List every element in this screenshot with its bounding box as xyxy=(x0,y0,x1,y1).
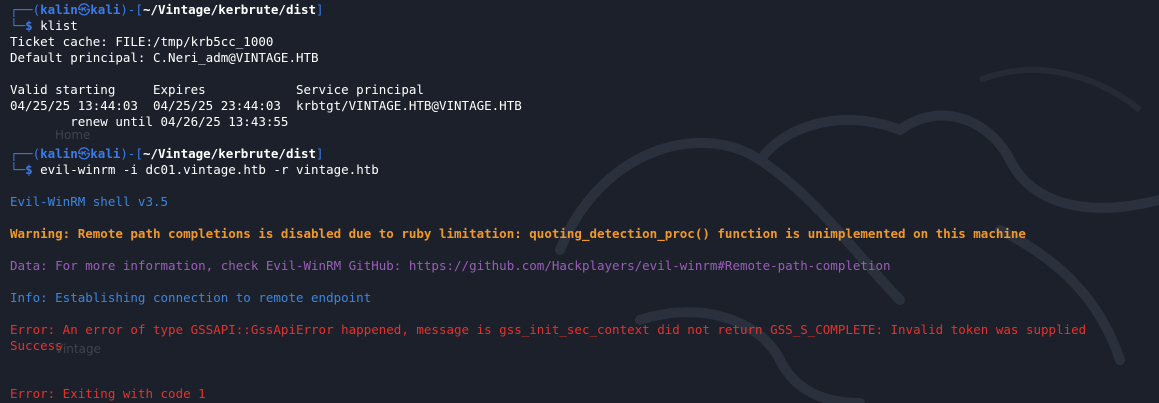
kali-skull-icon: ㉿ xyxy=(77,2,91,17)
info-message: Info: Establishing connection to remote … xyxy=(10,290,372,305)
prompt-host: kali xyxy=(90,146,121,161)
data-message: Data: For more information, check Evil-W… xyxy=(10,258,891,273)
klist-default-principal: Default principal: C.Neri_adm@VINTAGE.HT… xyxy=(10,50,319,65)
error-exit-code: Error: Exiting with code 1 xyxy=(10,386,206,401)
prompt-line: ┌──(kalin㉿kali)-[~/Vintage/kerbrute/dist… xyxy=(10,2,1159,18)
prompt-separator: )-[ xyxy=(120,2,143,17)
prompt-dollar: $ xyxy=(25,162,41,177)
prompt-corner-bottom: └─ xyxy=(10,162,26,177)
prompt-user: kalin xyxy=(40,2,78,17)
command-text: klist xyxy=(40,18,78,33)
klist-table-row: 04/25/25 13:44:03 04/25/25 23:44:03 krbt… xyxy=(10,98,522,113)
prompt-corner: ┌──( xyxy=(10,2,41,17)
prompt-separator: )-[ xyxy=(120,146,143,161)
error-message-gssapi: Error: An error of type GSSAPI::GssApiEr… xyxy=(10,322,1087,337)
prompt-corner-bottom: └─ xyxy=(10,18,26,33)
klist-table-header: Valid starting Expires Service principal xyxy=(10,82,424,97)
evilwinrm-banner: Evil-WinRM shell v3.5 xyxy=(10,194,169,209)
prompt-cwd: ~/Vintage/kerbrute/dist xyxy=(142,2,317,17)
prompt-dollar: $ xyxy=(25,18,41,33)
prompt-host: kali xyxy=(90,2,121,17)
terminal-output[interactable]: ┌──(kalin㉿kali)-[~/Vintage/kerbrute/dist… xyxy=(10,2,1159,402)
klist-ticket-cache: Ticket cache: FILE:/tmp/krb5cc_1000 xyxy=(10,34,274,49)
prompt-line: ┌──(kalin㉿kali)-[~/Vintage/kerbrute/dist… xyxy=(10,146,1159,162)
prompt-user: kalin xyxy=(40,146,78,161)
prompt-corner: ┌──( xyxy=(10,146,41,161)
klist-renew-until: renew until 04/26/25 13:43:55 xyxy=(10,114,289,129)
prompt-cwd: ~/Vintage/kerbrute/dist xyxy=(142,146,317,161)
command-line: └─$ evil-winrm -i dc01.vintage.htb -r vi… xyxy=(10,162,1159,178)
kali-skull-icon: ㉿ xyxy=(77,146,91,161)
prompt-bracket-close: ] xyxy=(316,2,324,17)
command-line: └─$ klist xyxy=(10,18,1159,34)
prompt-bracket-close: ] xyxy=(316,146,324,161)
warning-message: Warning: Remote path completions is disa… xyxy=(10,226,1026,241)
command-text: evil-winrm -i dc01.vintage.htb -r vintag… xyxy=(40,162,379,177)
error-success-text: Success xyxy=(10,338,63,353)
